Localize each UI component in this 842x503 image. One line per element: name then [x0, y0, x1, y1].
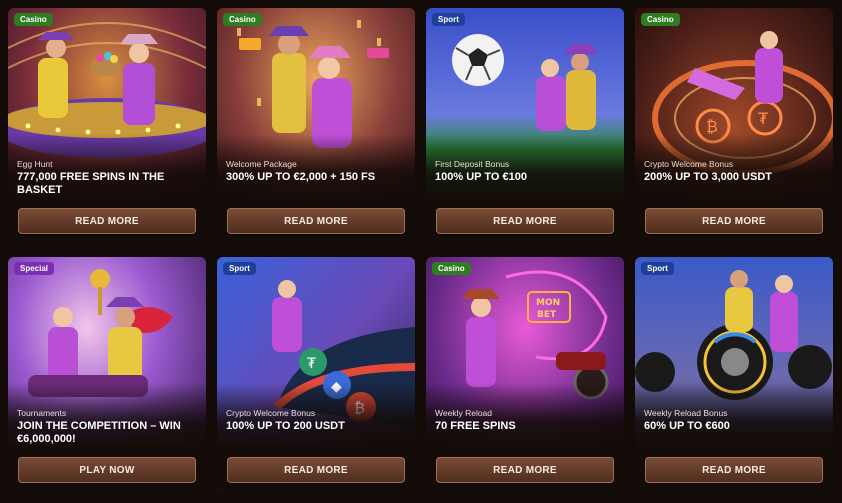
promo-card-weekly-reload[interactable]: MON BET Casino Weekly Reload 70 FREE SPI…: [426, 257, 624, 493]
svg-text:₮: ₮: [307, 356, 316, 372]
promo-title: 777,000 FREE SPINS IN THE BASKET: [17, 171, 165, 196]
promo-title: 100% UP TO 200 USDT: [226, 420, 345, 432]
category-badge: Casino: [223, 13, 262, 26]
promo-title: 60% UP TO €600: [644, 420, 730, 432]
promo-subtitle: Crypto Welcome Bonus: [226, 408, 316, 418]
read-more-button[interactable]: READ MORE: [227, 457, 405, 483]
read-more-button[interactable]: READ MORE: [436, 457, 614, 483]
promo-subtitle: Welcome Package: [226, 159, 297, 169]
category-badge: Sport: [641, 262, 674, 275]
neon-sign-text: MON: [536, 298, 560, 308]
promo-card-crypto-welcome-casino[interactable]: ₿ ₮ Casino Crypto Welcome Bonus 200% UP …: [635, 8, 833, 244]
promo-subtitle: Egg Hunt: [17, 159, 53, 169]
read-more-button[interactable]: READ MORE: [645, 457, 823, 483]
promo-title: 200% UP TO 3,000 USDT: [644, 171, 772, 183]
category-badge: Sport: [432, 13, 465, 26]
promo-card-egg-hunt[interactable]: Casino Egg Hunt 777,000 FREE SPINS IN TH…: [8, 8, 206, 244]
promo-title: 70 FREE SPINS: [435, 420, 516, 432]
read-more-button[interactable]: READ MORE: [645, 208, 823, 234]
category-badge: Casino: [641, 13, 680, 26]
promo-subtitle: Weekly Reload Bonus: [644, 408, 728, 418]
promo-title: JOIN THE COMPETITION – WIN €6,000,000!: [17, 420, 181, 445]
read-more-button[interactable]: READ MORE: [227, 208, 405, 234]
neon-sign-text: BET: [537, 310, 557, 320]
promotions-grid: Casino Egg Hunt 777,000 FREE SPINS IN TH…: [8, 8, 833, 493]
promo-subtitle: Tournaments: [17, 408, 67, 418]
promo-subtitle: First Deposit Bonus: [435, 159, 510, 169]
promo-subtitle: Crypto Welcome Bonus: [644, 159, 734, 169]
promo-card-tournaments[interactable]: Special Tournaments JOIN THE COMPETITION…: [8, 257, 206, 493]
category-badge: Special: [14, 262, 55, 275]
promo-title: 100% UP TO €100: [435, 171, 527, 183]
promo-card-first-deposit[interactable]: Sport First Deposit Bonus 100% UP TO €10…: [426, 8, 624, 244]
promo-card-welcome-package[interactable]: Casino Welcome Package 300% UP TO €2,000…: [217, 8, 415, 244]
promo-title: 300% UP TO €2,000 + 150 FS: [226, 171, 376, 183]
svg-text:₮: ₮: [758, 109, 769, 128]
category-badge: Casino: [14, 13, 53, 26]
play-now-button[interactable]: PLAY NOW: [18, 457, 196, 483]
read-more-button[interactable]: READ MORE: [18, 208, 196, 234]
read-more-button[interactable]: READ MORE: [436, 208, 614, 234]
promo-card-weekly-reload-bonus[interactable]: Sport Weekly Reload Bonus 60% UP TO €600…: [635, 257, 833, 493]
promo-card-crypto-welcome-sport[interactable]: ₮ ◆ ₿ Sport Crypto Welcome Bonus 100% UP…: [217, 257, 415, 493]
category-badge: Sport: [223, 262, 256, 275]
category-badge: Casino: [432, 262, 471, 275]
promo-subtitle: Weekly Reload: [435, 408, 493, 418]
